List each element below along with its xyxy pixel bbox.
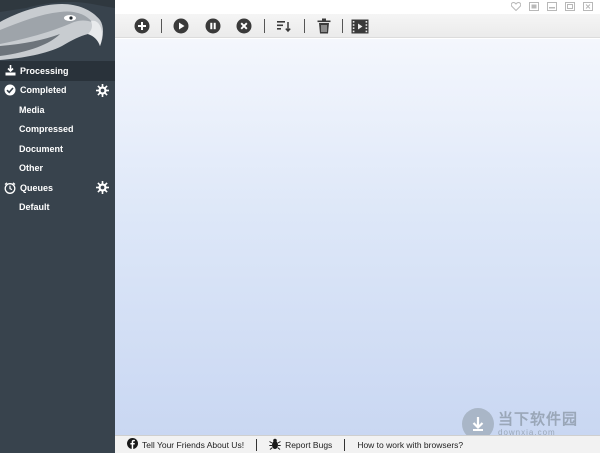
browsers-help-label: How to work with browsers? [357, 439, 464, 450]
sidebar-item-media[interactable]: Media [0, 100, 115, 120]
sidebar-item-label: Default [19, 202, 50, 213]
sidebar-item-label: Processing [20, 65, 69, 76]
sidebar: Processing Completed Media Compressed Do… [0, 0, 115, 453]
gear-icon[interactable] [96, 83, 109, 99]
sidebar-nav: Processing Completed Media Compressed Do… [0, 61, 115, 217]
sidebar-item-document[interactable]: Document [0, 139, 115, 159]
pause-icon[interactable] [204, 17, 222, 35]
sidebar-item-other[interactable]: Other [0, 159, 115, 179]
report-bugs-link[interactable]: Report Bugs [257, 438, 344, 452]
eagle-logo [0, 0, 115, 60]
sidebar-item-processing[interactable]: Processing [0, 61, 115, 81]
add-icon[interactable] [133, 17, 151, 35]
toolbar [115, 14, 600, 38]
check-circle-icon [0, 84, 20, 96]
sidebar-item-label: Media [19, 104, 45, 115]
tell-friends-label: Tell Your Friends About Us! [142, 439, 245, 450]
minimize-icon[interactable] [546, 1, 558, 11]
report-bugs-label: Report Bugs [285, 439, 333, 450]
screenshot-icon[interactable] [528, 1, 540, 11]
sidebar-item-label: Completed [20, 85, 67, 96]
browsers-help-link[interactable]: How to work with browsers? [345, 440, 475, 450]
tell-friends-link[interactable]: Tell Your Friends About Us! [115, 438, 256, 451]
sidebar-item-label: Compressed [19, 124, 74, 135]
sidebar-item-default[interactable]: Default [0, 198, 115, 218]
close-icon[interactable] [582, 1, 594, 11]
toolbar-divider [304, 19, 305, 33]
download-icon [0, 65, 20, 76]
sidebar-item-queues[interactable]: Queues [0, 178, 115, 198]
bug-icon [269, 438, 281, 452]
toolbar-divider [161, 19, 162, 33]
toolbar-divider [342, 19, 343, 33]
sidebar-item-completed[interactable]: Completed [0, 81, 115, 101]
sidebar-item-label: Queues [20, 182, 54, 193]
sidebar-item-compressed[interactable]: Compressed [0, 120, 115, 140]
video-icon[interactable] [351, 17, 369, 35]
footer: Tell Your Friends About Us! Report Bugs … [115, 435, 600, 453]
clock-icon [0, 182, 20, 194]
watermark-title: 当下软件园 [498, 410, 579, 428]
downloads-list[interactable] [115, 39, 600, 435]
sidebar-item-label: Other [19, 163, 44, 174]
heart-icon[interactable] [510, 1, 522, 11]
stop-icon[interactable] [235, 17, 253, 35]
play-icon[interactable] [172, 17, 190, 35]
toolbar-divider [264, 19, 265, 33]
gear-icon[interactable] [96, 181, 109, 196]
maximize-icon[interactable] [564, 1, 576, 11]
window-controls [510, 1, 594, 11]
facebook-icon [127, 438, 138, 451]
sidebar-item-label: Document [19, 143, 64, 154]
sort-icon[interactable] [275, 17, 293, 35]
title-bar [115, 0, 600, 14]
trash-icon[interactable] [315, 17, 333, 35]
